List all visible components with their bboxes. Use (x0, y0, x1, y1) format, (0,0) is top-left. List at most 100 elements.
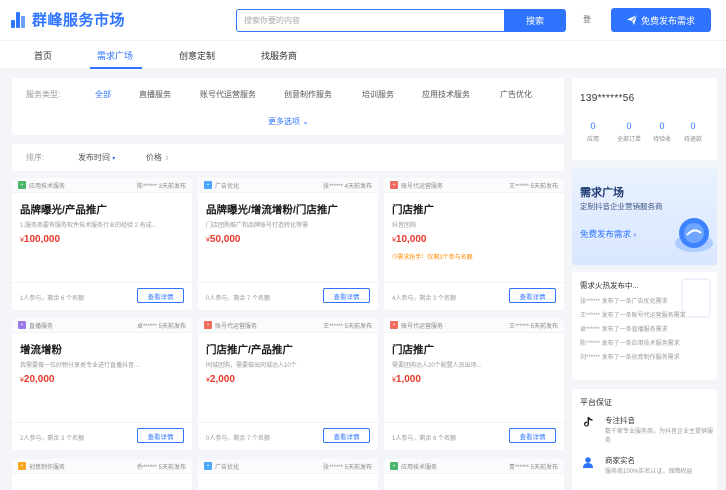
filter-option-live[interactable]: 直播服务 (139, 89, 171, 100)
demand-square-promo: 需求广场 定制抖音企业营销服务商 免费发布需求 › (572, 167, 717, 265)
card-description: 同城团购，需要做出同城达人10个 (206, 363, 297, 369)
verified-user-icon (583, 457, 593, 468)
card-category: 应用技术服务 (401, 464, 438, 471)
card-time: 5天前发布 (530, 464, 558, 471)
search-input[interactable] (236, 9, 504, 32)
card-header: ▪ 应用技术服务 陈****** 3天前发布 (12, 178, 192, 193)
demand-card[interactable]: ▪ 应用技术服务 青****** 5天前发布 (384, 459, 564, 490)
card-category: 直播服务 (29, 323, 54, 330)
card-time: 5天前发布 (344, 464, 372, 471)
card-header: ▪ 账号代运营服务 王****** 5天前发布 (384, 318, 564, 333)
view-details-button[interactable]: 查看详情 (323, 428, 370, 443)
publish-demand-button[interactable]: 免费发布需求 (611, 8, 711, 32)
card-user: 陈****** (136, 183, 157, 190)
news-item: 王****** 发布了一条账号代运营服务需求 (580, 313, 686, 319)
card-price: ¥50,000 (206, 234, 241, 245)
nav-creative-custom[interactable]: 创意定制 (179, 49, 215, 62)
promo-publish-link[interactable]: 免费发布需求 › (580, 228, 636, 240)
main-nav: 首页 需求广场 创意定制 找服务商 (0, 40, 726, 69)
sort-price-label: 价格 (146, 153, 162, 162)
nav-demand-square[interactable]: 需求广场 (97, 49, 133, 62)
category-icon: ▪ (204, 321, 212, 329)
card-title: 门店推广 (392, 344, 434, 356)
filter-option-training[interactable]: 培训服务 (362, 89, 394, 100)
view-details-button[interactable]: 查看详情 (323, 288, 370, 303)
demand-card[interactable]: ▪ 广告优化 张****** 4天前发布 品牌曝光/增流增粉/门店推广 门店团购推广和品… (198, 178, 378, 310)
card-time: 3天前发布 (158, 183, 186, 190)
stat-value: 0 (659, 121, 665, 131)
filter-option-account-ops[interactable]: 账号代运营服务 (200, 89, 256, 100)
paper-plane-icon (626, 15, 637, 25)
card-stats: 0人参与，剩余 7 个名额 (206, 296, 271, 302)
card-stats: 1人参与，剩余 6 个名额 (20, 296, 85, 302)
stat-label: 应用 (586, 137, 599, 143)
card-time: 5天前发布 (158, 323, 186, 330)
filter-option-creative[interactable]: 创意制作服务 (284, 89, 332, 100)
more-options-toggle[interactable]: 更多选项 ⌄ (268, 116, 309, 127)
card-stats: 2人参与，剩余 3 个名额 (20, 436, 85, 442)
login-link[interactable]: 登 (583, 14, 591, 25)
active-tab-indicator (90, 67, 142, 69)
demand-news-feed: 需求火热发布中... 张****** 发布了一条广告优化需求 王****** 发… (572, 272, 717, 380)
card-description: 1.服务商要有服务软件技术服务行业的经验 2.有成... (20, 223, 157, 229)
user-stat-orders[interactable]: 0 全部订单 (614, 121, 644, 143)
filter-option-app-tech[interactable]: 应用技术服务 (422, 89, 470, 100)
music-note-icon (584, 417, 593, 427)
category-icon: ▪ (390, 462, 398, 470)
demand-card[interactable]: ▪ 创意制作服务 乔****** 5天前发布 (12, 459, 192, 490)
card-user: 张****** (322, 464, 343, 471)
card-title: 品牌曝光/产品推广 (20, 204, 107, 216)
sort-by-time[interactable]: 发布时间 ▾ (78, 152, 115, 163)
nav-home[interactable]: 首页 (34, 49, 52, 62)
card-user: 张****** (322, 183, 343, 190)
category-icon: ▪ (204, 181, 212, 189)
view-details-button[interactable]: 查看详情 (137, 288, 184, 303)
card-header: ▪ 广告优化 张****** 4天前发布 (198, 178, 378, 193)
demand-card[interactable]: ▪ 应用技术服务 陈****** 3天前发布 品牌曝光/产品推广 1.服务商要有服务软件… (12, 178, 192, 310)
card-price-value: 1,000 (395, 374, 421, 385)
card-description: 我需要做一位好物分享类专业进行直播抖音... (20, 363, 140, 369)
nav-find-provider[interactable]: 找服务商 (261, 49, 297, 62)
filter-option-ads[interactable]: 广告优化 (500, 89, 532, 100)
card-category: 账号代运营服务 (401, 183, 444, 190)
view-details-button[interactable]: 查看详情 (509, 288, 556, 303)
card-price: ¥20,000 (20, 374, 55, 385)
card-description: 需要团购达人20个配置人员出场... (392, 363, 482, 369)
card-meta: 张****** 5天前发布 (323, 462, 372, 471)
search-button[interactable]: 搜索 (504, 9, 566, 32)
demand-card[interactable]: ▪ 账号代运营服务 王****** 5天前发布 门店推广/产品推广 同城团购，需要做出同… (198, 318, 378, 450)
card-category: 创意制作服务 (29, 464, 66, 471)
filter-option-all[interactable]: 全部 (95, 89, 111, 100)
card-header: ▪ 账号代运营服务 王****** 5天前发布 (384, 178, 564, 193)
user-stat-refund[interactable]: 0 待退款 (678, 121, 708, 143)
guarantee-desc: 数千家专业服务商，为抖音企业主提供服务 (605, 429, 714, 444)
card-stats: 0人参与，剩余 7 个名额 (206, 436, 271, 442)
demand-card[interactable]: ▪ 直播服务 卓****** 5天前发布 增流增粉 我需要做一位好物分享类专业进行直播抖… (12, 318, 192, 450)
stat-value: 0 (690, 121, 696, 131)
card-price: ¥2,000 (206, 374, 235, 385)
card-meta: 陈****** 3天前发布 (137, 181, 186, 190)
demand-card[interactable]: ▪ 账号代运营服务 王****** 5天前发布 门店推广 抖音团购 ¥10,000 ◷ 需求… (384, 178, 564, 310)
news-item: 刘****** 发布了一条创意制作服务需求 (580, 355, 680, 361)
demand-card[interactable]: ▪ 账号代运营服务 王****** 5天前发布门店推广需要团购达人20个配置人员出场… (384, 318, 564, 450)
card-stats: 1人参与，剩余 6 个名额 (392, 436, 457, 442)
promo-link-label: 免费发布需求 (580, 229, 632, 239)
card-title: 门店推广/产品推广 (206, 344, 293, 356)
card-user: 青****** (508, 464, 529, 471)
card-meta: 王****** 5天前发布 (509, 181, 558, 190)
card-divider (384, 422, 564, 423)
sort-label: 排序: (26, 153, 45, 162)
view-details-button[interactable]: 查看详情 (509, 428, 556, 443)
card-divider (198, 422, 378, 423)
brand-logo[interactable]: 群峰服务市场 (10, 9, 125, 30)
news-item: 陈****** 发布了一条应用技术服务需求 (580, 341, 680, 347)
demand-card[interactable]: ▪ 广告优化 张****** 5天前发布 (198, 459, 378, 490)
card-note-text: 需求抢手！仅剩3个参与名额 (397, 255, 473, 261)
card-user: 王****** (508, 323, 529, 330)
view-details-button[interactable]: 查看详情 (137, 428, 184, 443)
user-stat-pending-accept[interactable]: 0 待验收 (647, 121, 677, 143)
sort-by-price[interactable]: 价格 ⇕ (146, 152, 169, 163)
card-header: ▪ 直播服务 卓****** 5天前发布 (12, 318, 192, 333)
card-category: 应用技术服务 (29, 183, 66, 190)
user-stat-apply[interactable]: 0 应用 (578, 121, 608, 143)
